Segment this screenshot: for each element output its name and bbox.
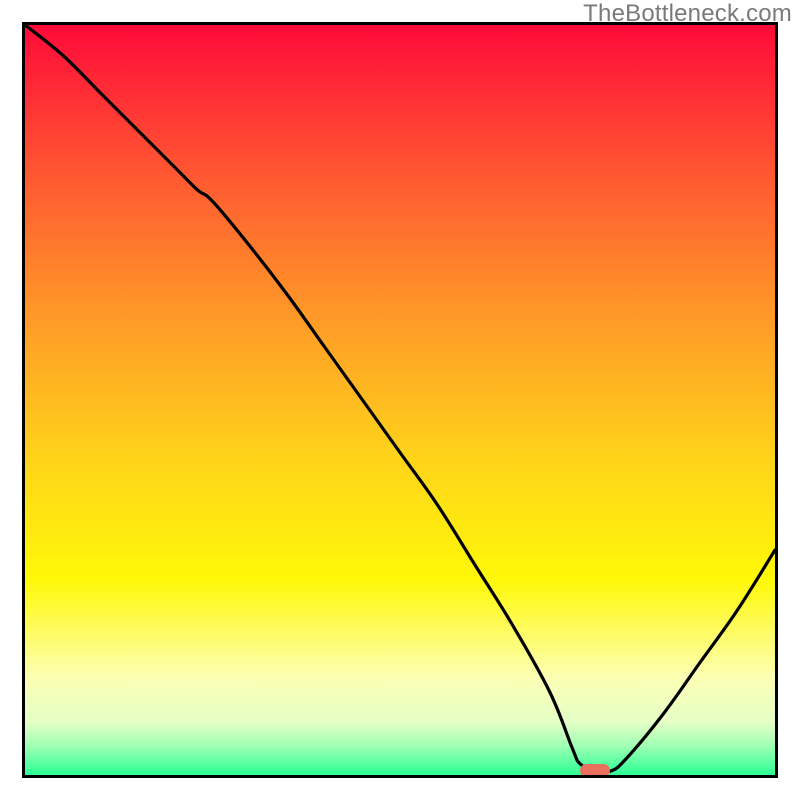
chart-container: TheBottleneck.com: [0, 0, 800, 800]
gradient-background: [25, 25, 775, 775]
watermark-text: TheBottleneck.com: [583, 0, 792, 28]
plot-area: [22, 22, 778, 778]
